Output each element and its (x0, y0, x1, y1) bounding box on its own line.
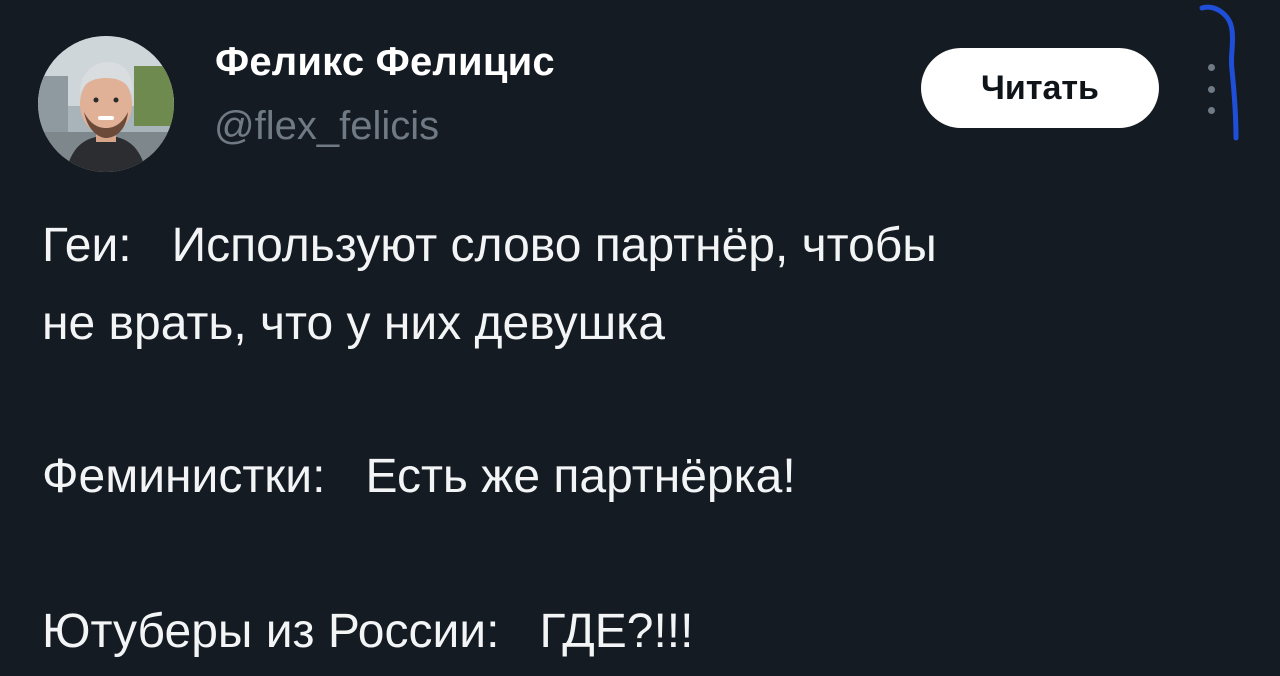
author-handle[interactable]: @flex_felicis (214, 104, 439, 149)
tweet-text-line: Ютуберы из России: ГДЕ?!!! (42, 605, 694, 658)
pen-annotation-mark (1199, 4, 1239, 141)
author-display-name[interactable]: Феликс Фелицис (215, 40, 555, 85)
tweet-text-line: Геи: Используют слово партнёр, чтобы (42, 219, 937, 272)
user-avatar[interactable] (38, 36, 174, 172)
tweet-text-line: Феминистки: Есть же партнёрка! (42, 450, 796, 503)
tweet-text-line: не врать, что у них девушка (42, 297, 665, 350)
avatar-photo-icon (38, 36, 174, 172)
follow-button[interactable]: Читать (921, 48, 1159, 128)
